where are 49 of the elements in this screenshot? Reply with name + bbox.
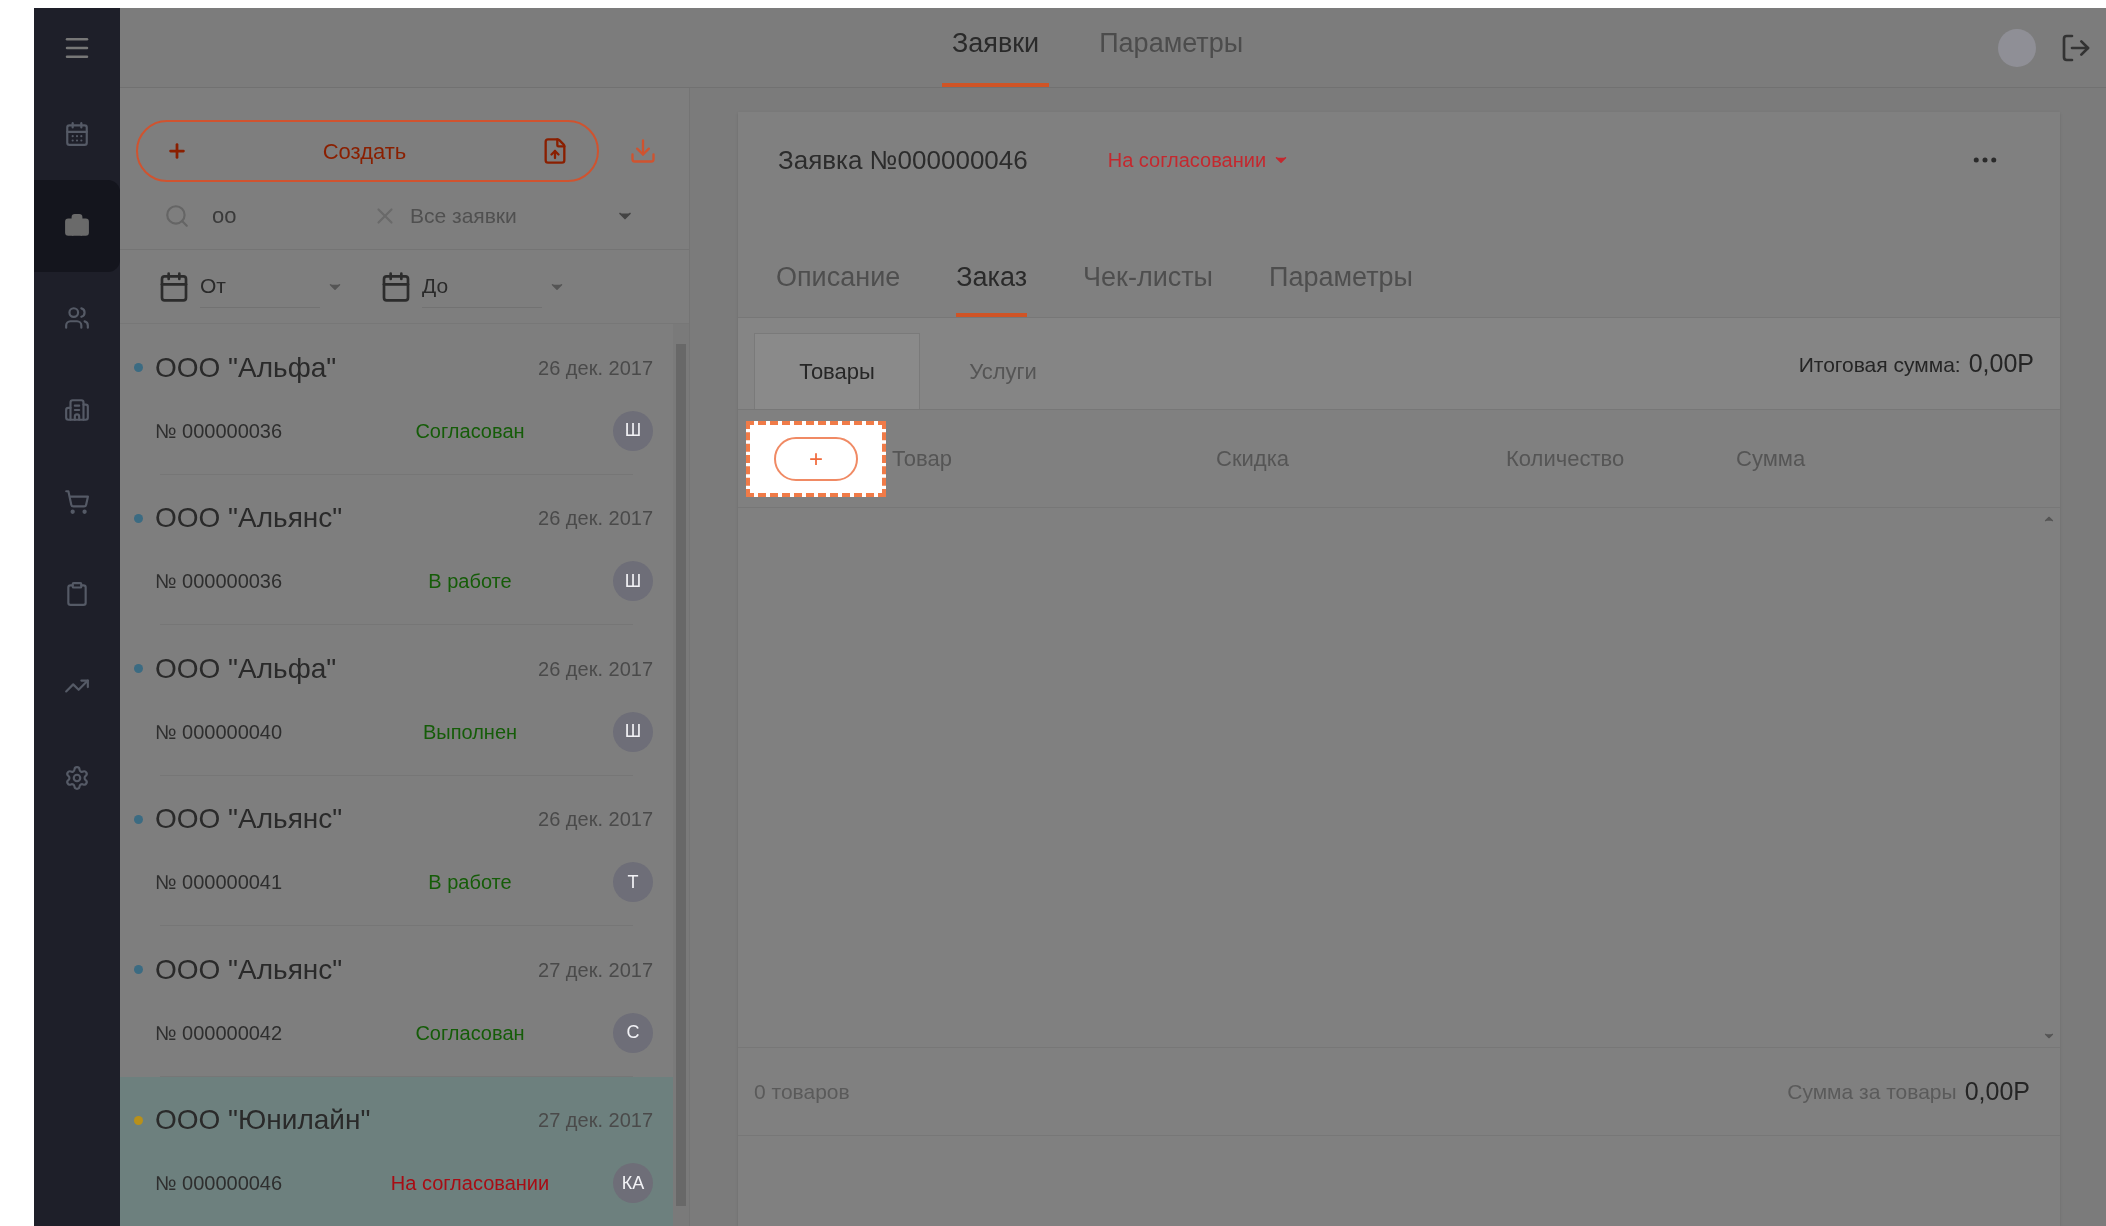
company-name: ООО "Альфа" xyxy=(155,651,337,686)
users-icon xyxy=(64,305,90,331)
total-label: Итоговая сумма: xyxy=(1798,351,1961,378)
order-status: В работе xyxy=(427,870,513,896)
search-icon xyxy=(164,202,190,229)
plus-icon xyxy=(166,140,188,162)
cart-icon xyxy=(64,489,90,515)
order-number: № 000000046 xyxy=(155,1171,284,1197)
sum-value: 0,00Р xyxy=(1964,1075,2030,1107)
order-status: В работе xyxy=(427,569,513,595)
order-number: № 000000036 xyxy=(155,418,284,444)
order-status: На согласовании xyxy=(389,1171,551,1197)
calendar-icon[interactable] xyxy=(380,270,412,303)
briefcase-icon xyxy=(64,213,90,239)
total-value: 0,00Р xyxy=(1968,347,2034,379)
company-name: ООО "Альянс" xyxy=(155,501,343,536)
subtab[interactable]: Товары xyxy=(754,333,920,409)
calendar-icon xyxy=(64,121,90,147)
avatar: С xyxy=(613,1012,653,1053)
sidebar-item[interactable] xyxy=(34,180,120,272)
avatar[interactable] xyxy=(1998,28,2036,67)
company-name: ООО "Альянс" xyxy=(155,952,343,987)
scrollbar[interactable] xyxy=(673,324,689,1226)
add-button[interactable]: + xyxy=(774,436,858,481)
company-name: ООО "Альфа" xyxy=(155,350,337,385)
settings-icon xyxy=(64,765,90,791)
avatar: Ш xyxy=(613,711,653,752)
avatar: Ш xyxy=(613,410,653,451)
date-field[interactable]: От xyxy=(200,265,320,308)
order-title: Заявка №000000046 xyxy=(778,143,1028,177)
create-button[interactable]: Создать xyxy=(136,120,599,182)
avatar: КА xyxy=(613,1163,653,1204)
order-number: № 000000040 xyxy=(155,719,284,745)
date-field[interactable]: До xyxy=(422,265,542,308)
search-field[interactable]: oo xyxy=(212,199,352,232)
order-status: Выполнен xyxy=(421,719,519,745)
company-name: ООО "Альянс" xyxy=(155,802,343,837)
order-status: Согласован xyxy=(414,418,526,444)
company-name: ООО "Юнилайн" xyxy=(155,1103,371,1138)
order-number: № 000000041 xyxy=(155,870,284,896)
buildings-icon xyxy=(64,397,90,423)
avatar: Ш xyxy=(613,561,653,602)
order-number: № 000000036 xyxy=(155,569,284,595)
download-icon[interactable] xyxy=(629,137,657,165)
avatar: Т xyxy=(613,862,653,903)
order-status: Согласован xyxy=(414,1020,526,1046)
calendar-icon[interactable] xyxy=(158,270,190,303)
order-number: № 000000042 xyxy=(155,1020,284,1046)
clipboard-icon xyxy=(64,581,90,607)
